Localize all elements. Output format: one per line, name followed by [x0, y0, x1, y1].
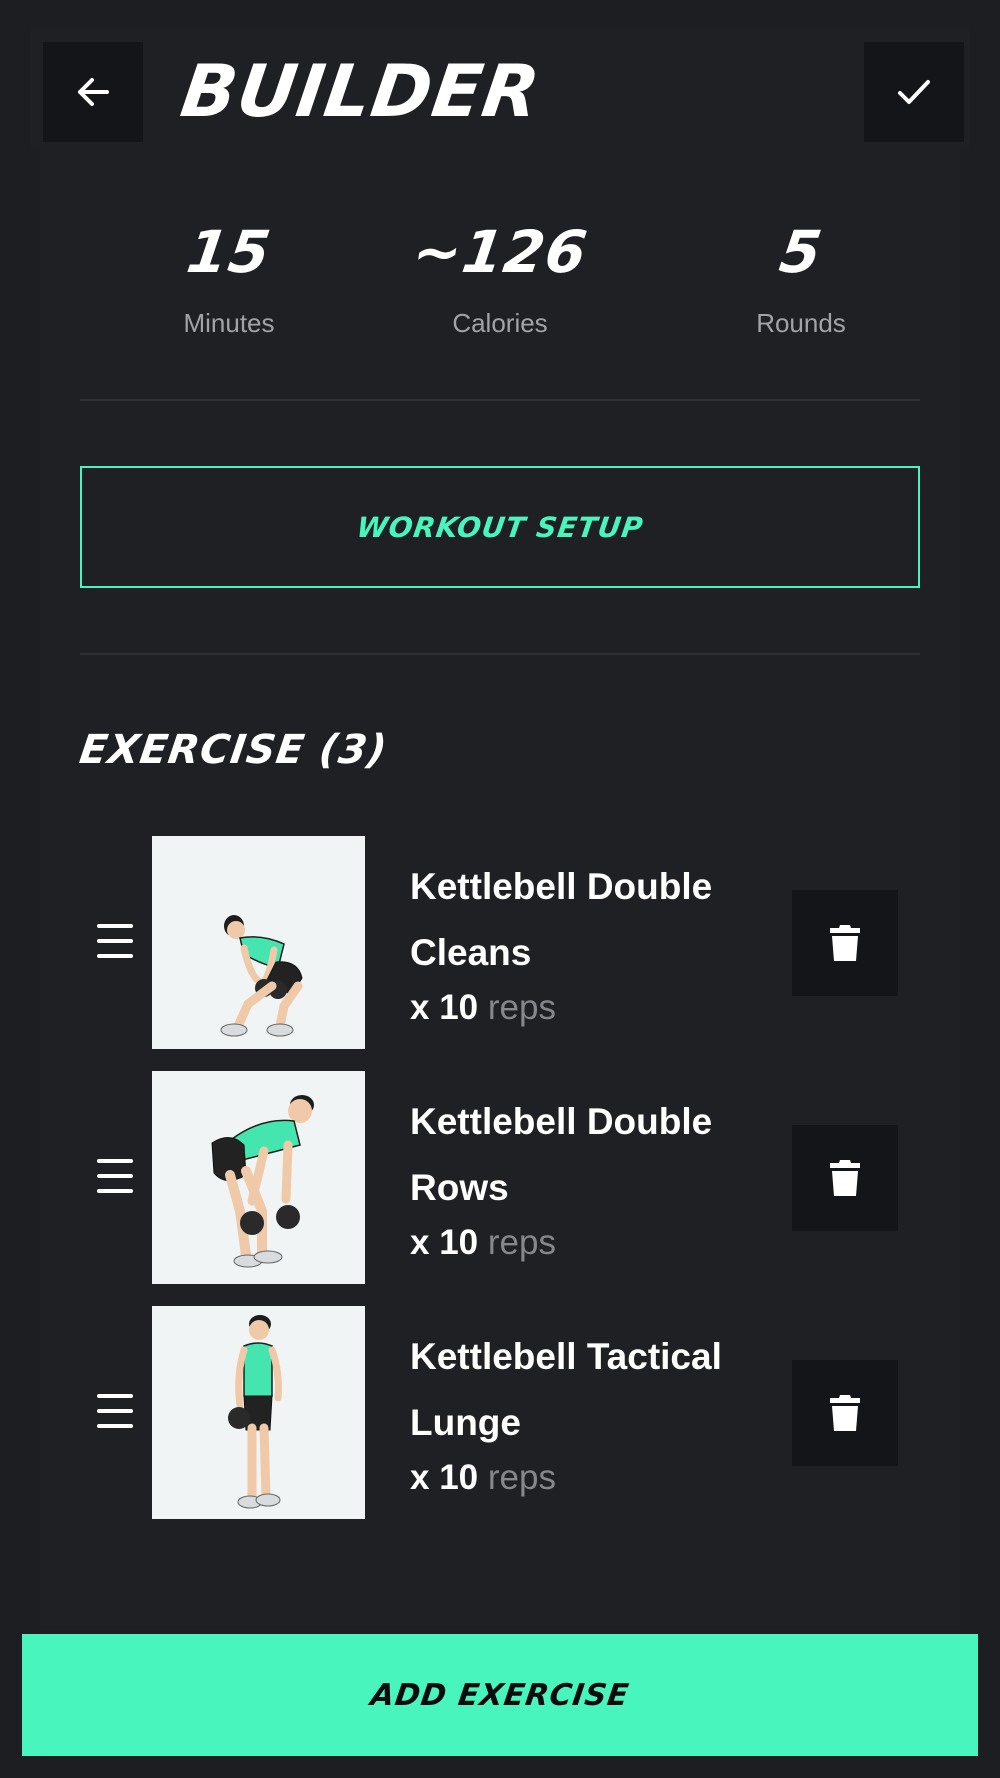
- delete-exercise-button[interactable]: [792, 1125, 898, 1231]
- trash-icon: [830, 1395, 860, 1431]
- divider: [80, 653, 920, 655]
- save-workout-button[interactable]: [864, 42, 964, 142]
- kettlebell-clean-illustration: [220, 915, 303, 1037]
- exercise-name: Kettlebell Double Rows: [410, 1101, 713, 1208]
- exercise-item[interactable]: Kettlebell Double Rows x 10 reps: [0, 1071, 1000, 1285]
- reps-count: x 10: [410, 1458, 479, 1497]
- exercise-reps: x 10 reps: [410, 986, 556, 1030]
- workout-stats: 15 Minutes ~126 Calories 5 Rounds: [80, 205, 920, 355]
- workout-setup-label: WORKOUT SETUP: [354, 510, 646, 544]
- exercise-reps: x 10 reps: [410, 1221, 556, 1265]
- exercise-thumbnail: [152, 1071, 365, 1284]
- stat-label: Calories: [452, 308, 548, 338]
- exercise-reps: x 10 reps: [410, 1456, 556, 1500]
- stat-label: Minutes: [183, 308, 275, 338]
- stat-calories: ~126 Calories: [350, 205, 650, 343]
- drag-handle-icon[interactable]: [97, 918, 133, 964]
- stat-value: 5: [775, 218, 827, 286]
- drag-handle-icon[interactable]: [97, 1153, 133, 1199]
- page-title: BUILDER: [176, 49, 546, 133]
- reps-unit: reps: [487, 988, 556, 1027]
- exercise-thumbnail: [152, 836, 365, 1049]
- divider: [80, 399, 920, 401]
- exercise-thumbnail: [152, 1306, 365, 1519]
- exercise-name: Kettlebell Double Cleans: [410, 866, 713, 973]
- stat-label: Rounds: [756, 308, 846, 338]
- checkmark-icon: [898, 80, 930, 104]
- delete-exercise-button[interactable]: [792, 1360, 898, 1466]
- stat-value: 15: [182, 218, 276, 286]
- stat-rounds: 5 Rounds: [651, 205, 951, 343]
- delete-exercise-button[interactable]: [792, 890, 898, 996]
- stat-value: ~126: [408, 218, 592, 286]
- arrow-left-icon: [78, 78, 109, 106]
- add-exercise-label: ADD EXERCISE: [368, 1677, 632, 1713]
- reps-count: x 10: [410, 988, 479, 1027]
- trash-icon: [830, 1160, 860, 1196]
- stat-minutes: 15 Minutes: [79, 205, 379, 343]
- exercise-item[interactable]: Kettlebell Tactical Lunge x 10 reps: [0, 1306, 1000, 1520]
- exercise-section-title: EXERCISE (3): [76, 727, 391, 773]
- exercise-item[interactable]: Kettlebell Double Cleans x 10 reps: [0, 836, 1000, 1050]
- kettlebell-row-illustration: [211, 1095, 314, 1268]
- drag-handle-icon[interactable]: [97, 1388, 133, 1434]
- trash-icon: [830, 925, 860, 961]
- back-button[interactable]: [43, 42, 143, 142]
- workout-setup-button[interactable]: WORKOUT SETUP: [80, 466, 920, 588]
- exercise-name: Kettlebell Tactical Lunge: [410, 1336, 722, 1443]
- reps-count: x 10: [410, 1223, 479, 1262]
- kettlebell-lunge-illustration: [228, 1315, 282, 1509]
- reps-unit: reps: [487, 1223, 556, 1262]
- add-exercise-button[interactable]: ADD EXERCISE: [22, 1634, 978, 1756]
- app-header: BUILDER: [0, 0, 1000, 186]
- reps-unit: reps: [487, 1458, 556, 1497]
